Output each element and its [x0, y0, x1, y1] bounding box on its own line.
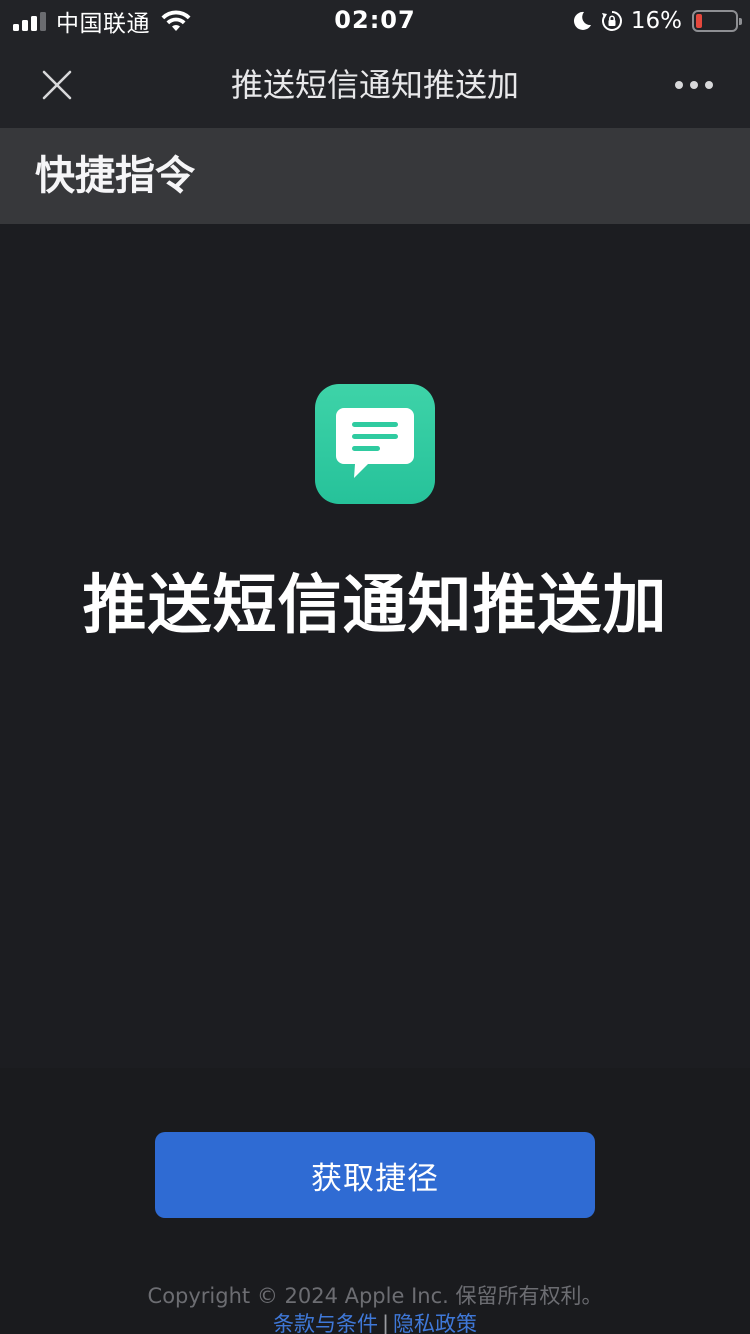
more-icon[interactable] — [672, 64, 716, 106]
close-icon[interactable] — [36, 64, 78, 106]
link-separator: | — [381, 1312, 390, 1334]
battery-fill — [696, 14, 702, 28]
section-title: 快捷指令 — [35, 153, 195, 199]
bottom-area: 获取捷径 Copyright © 2024 Apple Inc. 保留所有权利。… — [0, 1068, 750, 1334]
battery-icon — [692, 10, 742, 32]
footer-links: 条款与条件 | 隐私政策 — [0, 1308, 750, 1334]
moon-icon — [573, 11, 591, 30]
nav-title: 推送短信通知推送加 — [230, 66, 519, 104]
battery-percent: 16% — [630, 8, 682, 34]
orientation-lock-icon — [601, 11, 622, 31]
status-bar: 中国联通 02:07 16% — [0, 0, 750, 42]
terms-link[interactable]: 条款与条件 — [273, 1312, 378, 1334]
copyright-text: Copyright © 2024 Apple Inc. 保留所有权利。 — [147, 1284, 603, 1308]
privacy-link[interactable]: 隐私政策 — [393, 1312, 477, 1334]
shortcut-title: 推送短信通知推送加 — [82, 569, 668, 643]
nav-bar: 推送短信通知推送加 — [0, 42, 750, 128]
chat-bubble-icon — [315, 384, 435, 504]
page: 中国联通 02:07 16% 推送短信通知推送加 快捷指令 推送短信通知推送加 … — [0, 0, 750, 1334]
status-right: 16% — [571, 6, 742, 36]
shortcut-preview: 推送短信通知推送加 — [0, 224, 750, 1068]
section-header: 快捷指令 — [0, 128, 750, 224]
get-shortcut-button[interactable]: 获取捷径 — [155, 1132, 595, 1218]
